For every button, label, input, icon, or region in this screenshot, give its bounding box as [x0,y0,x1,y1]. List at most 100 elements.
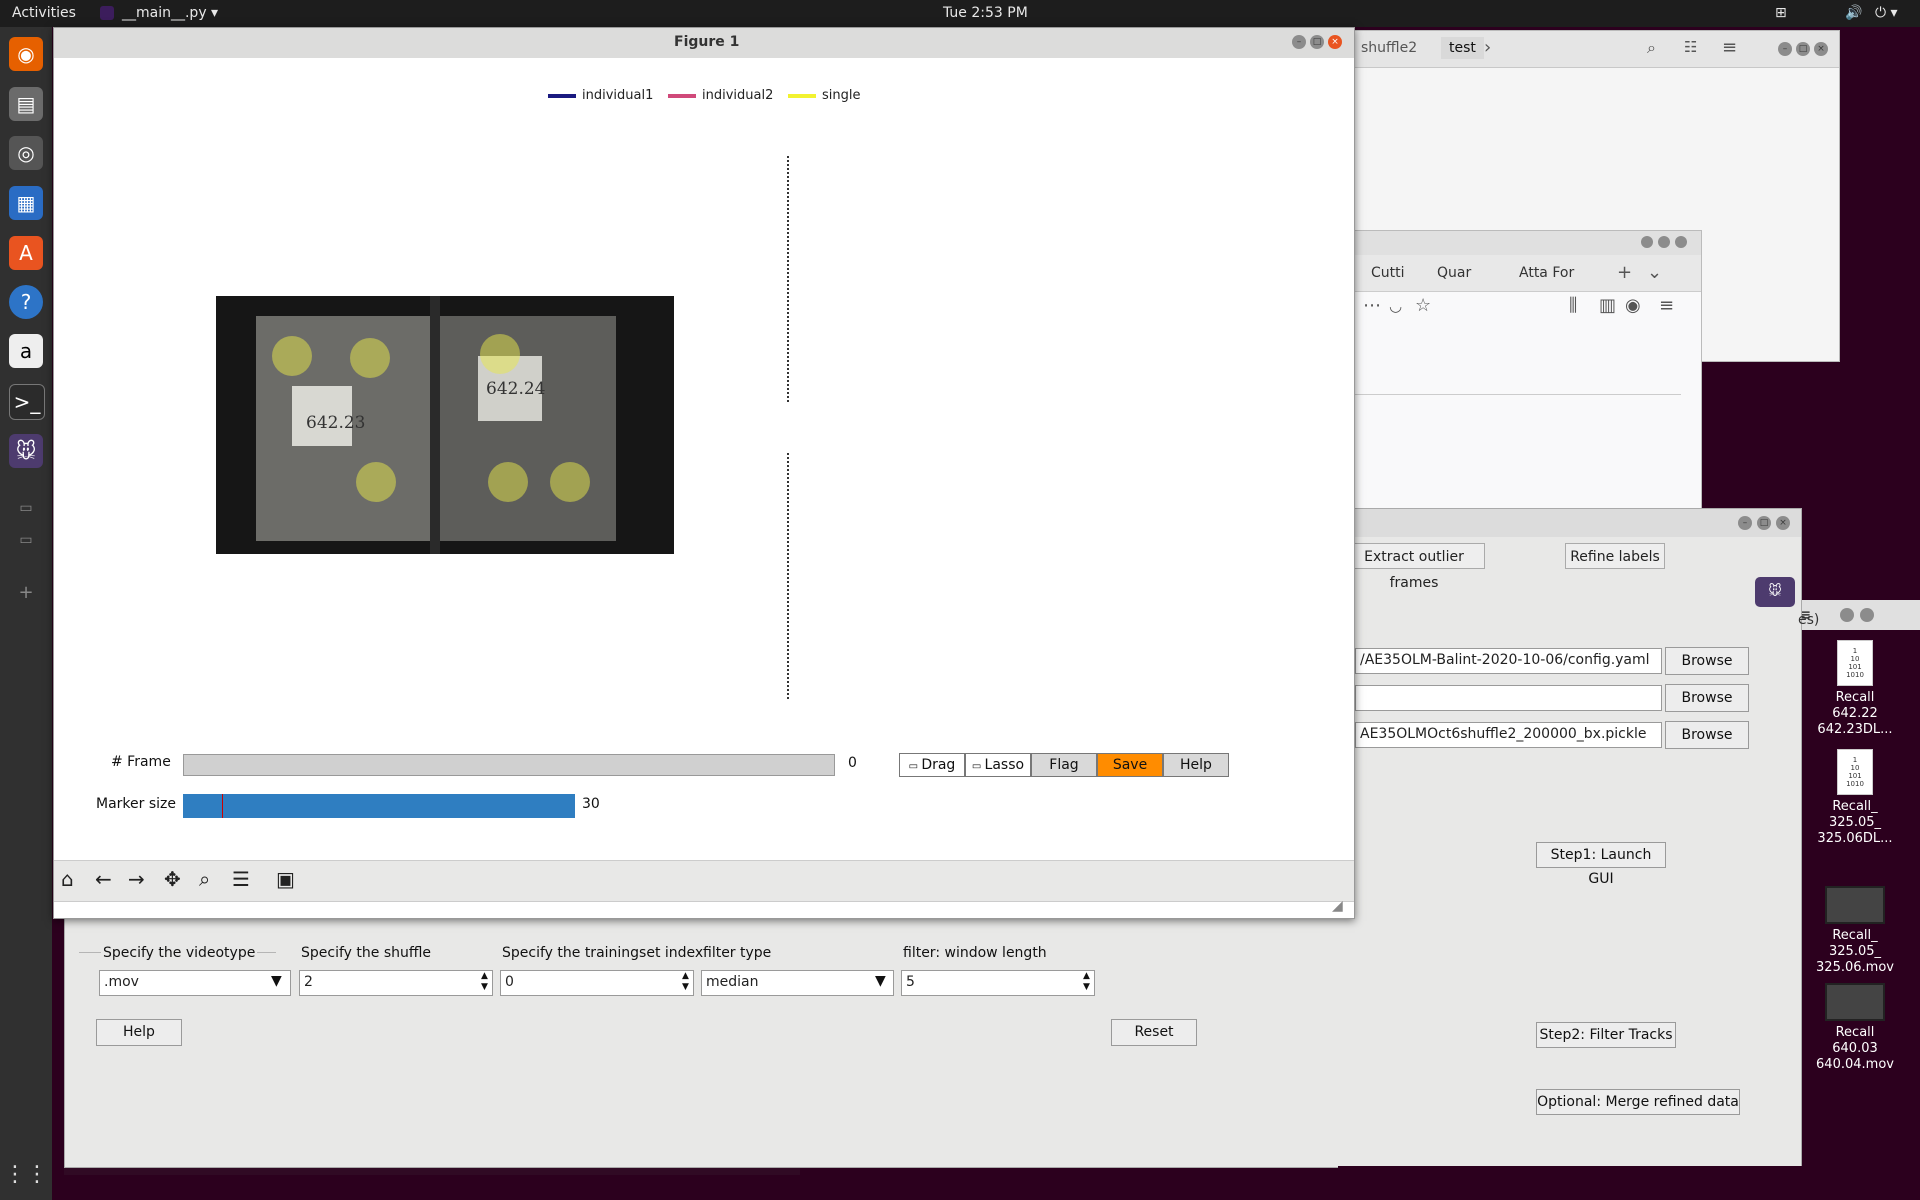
marker[interactable] [550,462,590,502]
rhythmbox-icon[interactable]: ◎ [9,136,43,170]
pickle-path-field[interactable]: AE35OLMOct6shuffle2_200000_bx.pickle [1355,722,1662,748]
help-button[interactable]: Help [1163,753,1229,777]
close-icon[interactable]: × [1814,42,1828,56]
minimize-icon[interactable] [1641,236,1653,248]
minimize-icon[interactable]: – [1778,42,1792,56]
flag-button[interactable]: Flag [1031,753,1097,777]
writer-icon[interactable]: ▦ [9,186,43,220]
more-icon[interactable]: ⋯ [1363,295,1381,316]
folder-icon[interactable]: ▭ [9,491,43,525]
app-menu[interactable]: __main__.py ▾ [122,5,218,21]
minimize-icon[interactable]: – [1292,35,1306,49]
video-path-field[interactable] [1355,685,1662,711]
minimize-icon[interactable]: – [1738,516,1752,530]
home-icon[interactable]: ⌂ [61,867,74,891]
marker[interactable] [272,336,312,376]
maximize-icon[interactable]: □ [1757,516,1771,530]
config-path-field[interactable]: /AE35OLM-Balint-2020-10-06/config.yaml [1355,648,1662,674]
spinner-arrows-icon[interactable]: ▲ ▼ [1083,971,1090,993]
new-tab-icon[interactable]: + [1617,262,1632,283]
reset-button[interactable]: Reset [1111,1019,1197,1046]
pocket-icon[interactable]: ◡ [1389,297,1402,315]
tab-refine-labels[interactable]: Refine labels [1565,543,1665,569]
back-icon[interactable]: ← [95,867,112,891]
drag-button[interactable]: ▭ Drag [899,753,965,777]
spinner-arrows-icon[interactable]: ▲ ▼ [682,971,689,993]
desktop-file[interactable]: Recall_ 325.05_ 325.06.mov [1800,886,1910,976]
add-icon[interactable]: + [9,575,43,609]
merge-refined-data-button[interactable]: Optional: Merge refined data [1536,1089,1740,1115]
minimize-icon[interactable] [1840,608,1854,622]
lasso-button[interactable]: ▭ Lasso [965,753,1031,777]
chevron-down-icon[interactable]: ▼ [271,973,282,989]
menu-icon[interactable]: ≡ [1722,37,1737,58]
pan-icon[interactable]: ✥ [164,867,181,891]
sidebar-icon[interactable]: ▥ [1599,295,1616,316]
terminal-icon[interactable]: >_ [9,384,45,420]
maximize-icon[interactable] [1658,236,1670,248]
tab-extract-outlier-frames[interactable]: Extract outlier frames [1343,543,1485,591]
frame-slider[interactable] [183,754,835,776]
browser-tab[interactable]: Cutti [1371,265,1405,281]
browse-config-button[interactable]: Browse [1665,647,1749,675]
files-tab-test[interactable]: test [1441,37,1484,59]
desktop-file[interactable]: 1 10 101 1010 Recall 642.22 642.23DL... [1800,640,1910,738]
power-icon[interactable]: ⏻ ▾ [1875,5,1898,21]
step2-filter-tracks-button[interactable]: Step2: Filter Tracks [1536,1022,1676,1048]
window-length-spinner[interactable]: 5 [901,970,1095,996]
close-icon[interactable]: × [1776,516,1790,530]
deeplabcut-icon[interactable]: 🐭 [9,434,43,468]
clock[interactable]: Tue 2:53 PM [943,5,1028,21]
close-icon[interactable]: × [1328,35,1342,49]
zoom-icon[interactable]: ⌕ [199,867,210,891]
maximize-icon[interactable] [1860,608,1874,622]
search-icon[interactable]: ⌕ [1647,38,1656,58]
browser-tab[interactable]: Atta For [1519,265,1574,281]
library-icon[interactable]: ⫼ [1569,295,1577,316]
files-tab-shuffle2[interactable]: shuffle2 [1361,40,1417,56]
browse-pickle-button[interactable]: Browse [1665,721,1749,749]
desktop-file[interactable]: 1 10 101 1010 Recall_ 325.05_ 325.06DL... [1800,749,1910,847]
desktop-file[interactable]: Recall 640.03 640.04.mov [1800,983,1910,1073]
maximize-icon[interactable]: □ [1310,35,1324,49]
account-icon[interactable]: ◉ [1625,295,1641,316]
close-icon[interactable] [1675,236,1687,248]
marker[interactable] [356,462,396,502]
volume-icon[interactable]: 🔊 [1845,5,1862,21]
forward-icon[interactable]: → [128,867,145,891]
marker[interactable] [350,338,390,378]
view-options-icon[interactable]: ☷ [1684,38,1697,56]
menu-icon[interactable]: ≡ [1659,295,1674,316]
marker[interactable] [488,462,528,502]
videotype-select[interactable]: .mov [99,970,291,996]
save-icon[interactable]: ▣ [276,867,295,891]
chevron-right-icon[interactable]: › [1484,37,1491,58]
marker-size-slider[interactable] [183,794,575,818]
video-frame[interactable]: 642.23 642.24 [216,296,674,554]
maximize-icon[interactable]: □ [1796,42,1810,56]
trainingset-spinner[interactable]: 0 [500,970,694,996]
chevron-down-icon[interactable]: ▼ [875,973,886,989]
browse-video-button[interactable]: Browse [1665,684,1749,712]
shuffle-spinner[interactable]: 2 [299,970,493,996]
amazon-icon[interactable]: a [9,334,43,368]
folder-icon[interactable]: ▭ [9,523,43,557]
activities-button[interactable]: Activities [12,5,76,21]
figure-window[interactable]: Figure 1 – □ × individual1 individual2 s… [53,27,1355,919]
marker[interactable] [480,334,520,374]
browser-window[interactable]: Cutti Quar Atta For + ⌄ ⋯ ◡ ☆ ⫼ ▥ ◉ ≡ [1340,230,1702,512]
help-icon[interactable]: ? [9,285,43,319]
chevron-down-icon[interactable]: ⌄ [1647,262,1662,283]
filter-type-select[interactable]: median [701,970,894,996]
resize-grip-icon[interactable]: ◢ [1332,898,1343,914]
firefox-icon[interactable]: ◉ [9,37,43,71]
software-icon[interactable]: A [9,236,43,270]
network-icon[interactable]: ⊞ [1775,5,1787,21]
browser-tab[interactable]: Quar [1437,265,1471,281]
bookmark-star-icon[interactable]: ☆ [1415,295,1431,316]
configure-icon[interactable]: ☰ [232,867,250,891]
help-button[interactable]: Help [96,1019,182,1046]
save-button[interactable]: Save [1097,753,1163,777]
show-applications-icon[interactable]: ⋮⋮ [4,1157,48,1191]
spinner-arrows-icon[interactable]: ▲ ▼ [481,971,488,993]
